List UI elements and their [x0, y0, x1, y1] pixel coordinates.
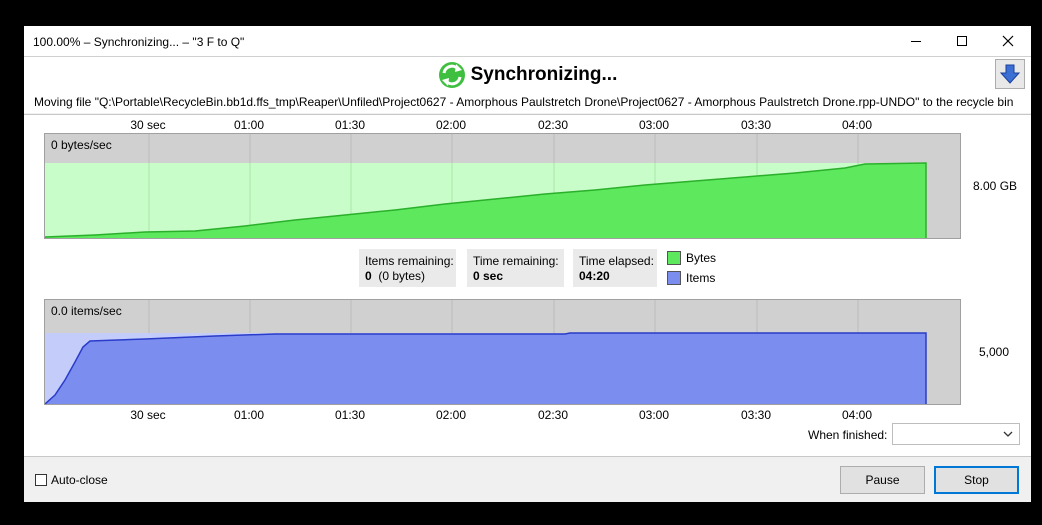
- maximize-button[interactable]: [939, 26, 985, 56]
- items-rate-label: 0.0 items/sec: [51, 304, 122, 318]
- time-elapsed-box: Time elapsed: 04:20: [573, 249, 657, 287]
- items-remaining-box: Items remaining: 0 (0 bytes): [359, 249, 456, 287]
- minimize-button[interactable]: [893, 26, 939, 56]
- status-detail: Moving file "Q:\Portable\RecycleBin.bb1d…: [34, 95, 1014, 109]
- items-remaining-value: 0: [365, 269, 372, 283]
- maximize-icon: [957, 36, 967, 46]
- bytes-y-label: 8.00 GB: [973, 179, 1018, 193]
- items-remaining-bytes: (0 bytes): [378, 269, 426, 283]
- pause-button[interactable]: Pause: [840, 466, 925, 494]
- x-tick: 03:30: [740, 408, 772, 422]
- x-tick: 01:00: [233, 408, 265, 422]
- items-progress-area: [45, 332, 927, 404]
- when-finished-select[interactable]: [892, 423, 1020, 445]
- close-button[interactable]: [985, 26, 1031, 56]
- legend-items: Items: [667, 271, 715, 285]
- status-header: Synchronizing... Moving file "Q:\Portabl…: [24, 57, 1031, 113]
- stop-button[interactable]: Stop: [934, 466, 1019, 494]
- x-tick: 01:00: [233, 118, 265, 132]
- x-tick: 01:30: [334, 408, 366, 422]
- x-tick: 02:00: [435, 408, 467, 422]
- x-tick: 30 sec: [130, 408, 166, 422]
- time-remaining-box: Time remaining: 0 sec: [467, 249, 564, 287]
- time-elapsed-value: 04:20: [579, 269, 610, 283]
- bytes-rate-label: 0 bytes/sec: [51, 138, 112, 152]
- title-bar: 100.00% – Synchronizing... – "3 F to Q": [24, 26, 1031, 57]
- time-remaining-value: 0 sec: [473, 269, 504, 283]
- time-remaining-label: Time remaining:: [473, 254, 559, 268]
- items-remaining-label: Items remaining:: [365, 254, 454, 268]
- x-tick: 30 sec: [130, 118, 166, 132]
- legend-bytes-swatch: [667, 251, 681, 265]
- window-title: 100.00% – Synchronizing... – "3 F to Q": [33, 35, 245, 49]
- x-tick: 02:30: [537, 408, 569, 422]
- auto-close-checkbox[interactable]: [35, 474, 47, 486]
- items-y-label: 5,000: [979, 345, 1010, 359]
- x-tick: 04:00: [841, 408, 873, 422]
- download-arrow-icon: [999, 64, 1021, 84]
- when-finished-label: When finished:: [808, 428, 888, 442]
- legend-bytes-label: Bytes: [686, 251, 717, 265]
- chevron-down-icon: [1003, 431, 1013, 437]
- close-icon: [1002, 35, 1014, 47]
- x-tick: 04:00: [841, 118, 873, 132]
- items-graph: 0.0 items/sec: [44, 299, 961, 405]
- progress-graphs: 30 sec 01:00 01:30 02:00 02:30 03:00 03:…: [24, 114, 1031, 457]
- sync-icon: [438, 62, 465, 88]
- bytes-graph-canvas: [45, 134, 927, 238]
- legend-bytes: Bytes: [667, 251, 716, 265]
- x-tick: 01:30: [334, 118, 366, 132]
- sync-progress-window: 100.00% – Synchronizing... – "3 F to Q" …: [24, 26, 1031, 502]
- items-graph-canvas: [45, 300, 927, 404]
- auto-close-label[interactable]: Auto-close: [51, 473, 108, 487]
- footer: Auto-close Pause Stop: [24, 456, 1031, 502]
- x-tick: 03:00: [638, 408, 670, 422]
- x-tick: 03:30: [740, 118, 772, 132]
- legend-items-label: Items: [686, 271, 716, 285]
- time-elapsed-label: Time elapsed:: [579, 254, 654, 268]
- status-title: Synchronizing...: [470, 64, 618, 85]
- x-tick: 02:00: [435, 118, 467, 132]
- legend-items-swatch: [667, 271, 681, 285]
- x-tick: 03:00: [638, 118, 670, 132]
- minimize-to-tray-button[interactable]: [995, 59, 1025, 89]
- minimize-icon: [911, 41, 921, 42]
- bytes-graph: 0 bytes/sec: [44, 133, 961, 239]
- x-tick: 02:30: [537, 118, 569, 132]
